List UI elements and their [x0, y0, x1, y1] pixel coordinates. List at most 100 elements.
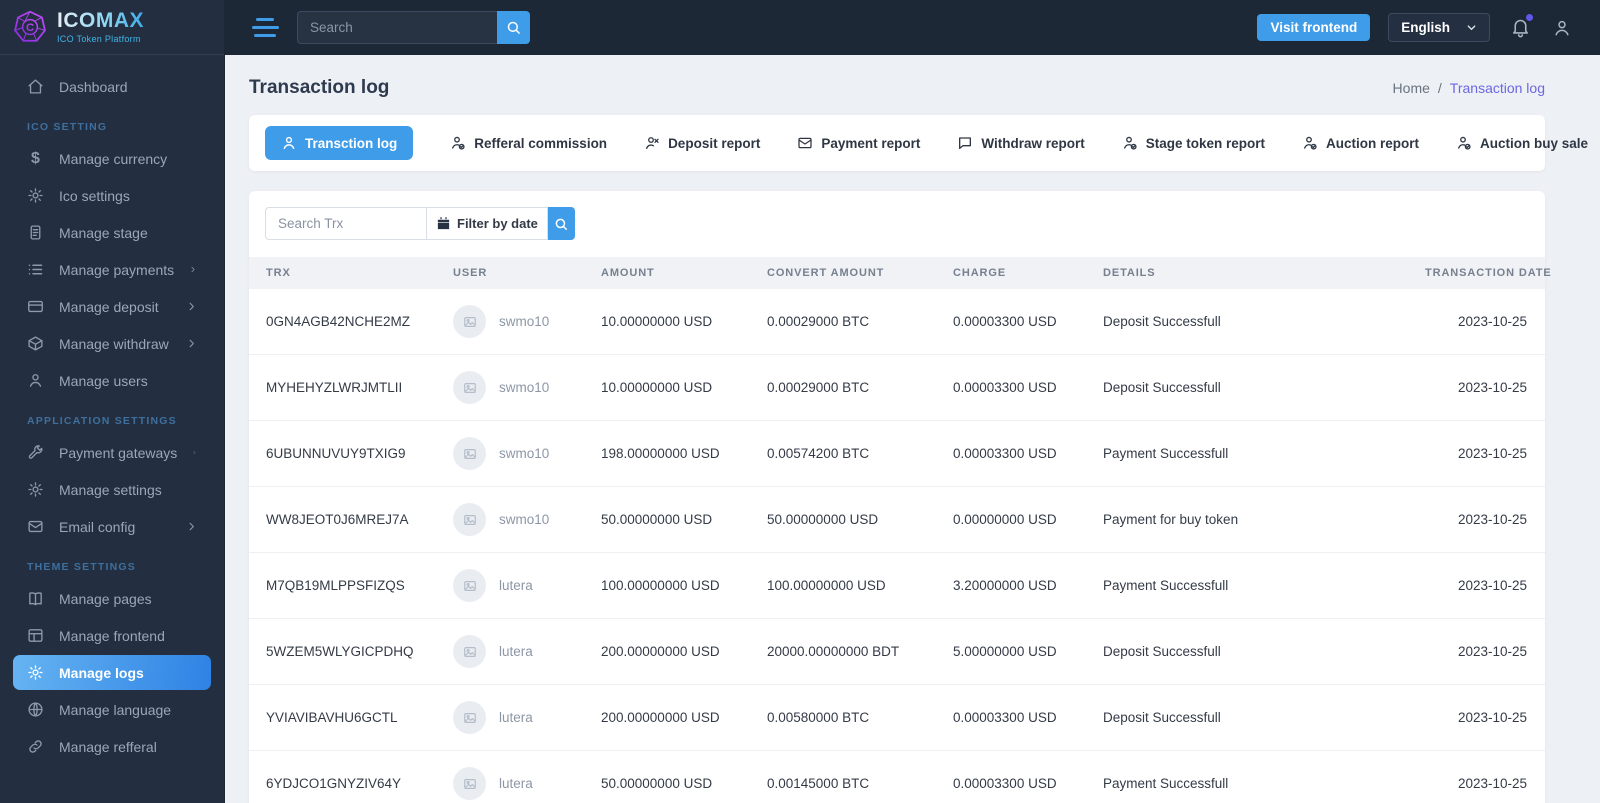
chevron-down-icon [1466, 22, 1477, 33]
user-icon [27, 372, 44, 389]
image-placeholder-icon [463, 315, 477, 329]
cell-transaction-date: 2023-10-25 [1417, 552, 1545, 619]
cell-amount: 200.00000000 USD [593, 618, 759, 685]
notifications-button[interactable] [1508, 13, 1533, 40]
cell-transaction-date: 2023-10-25 [1417, 486, 1545, 553]
person-x-icon [644, 135, 660, 151]
cell-details: Deposit Successfull [1103, 314, 1221, 329]
sidebar-item-manage-frontend[interactable]: Manage frontend [0, 617, 224, 654]
profile-button[interactable] [1550, 16, 1574, 40]
breadcrumb-separator: / [1437, 80, 1442, 96]
sidebar-item-label: Manage payments [59, 261, 175, 278]
cell-trx: 0GN4AGB42NCHE2MZ [266, 314, 411, 329]
sidebar-item-manage-stage[interactable]: Manage stage [0, 214, 224, 251]
breadcrumb-home-link[interactable]: Home [1393, 80, 1430, 96]
cell-convert-amount: 0.00145000 BTC [759, 750, 945, 803]
cell-details: Payment for buy token [1095, 486, 1417, 553]
user-cell: lutera [453, 635, 585, 668]
sidebar: C ICOMAX ICO Token Platform Dashboard ICO… [0, 0, 225, 803]
visit-frontend-button[interactable]: Visit frontend [1257, 14, 1371, 41]
user-cell: swmo10 [453, 503, 585, 536]
user-cell: lutera [453, 569, 585, 602]
chat-icon [957, 135, 973, 151]
cell-transaction-date: 2023-10-25 [1417, 750, 1545, 803]
image-placeholder-icon [463, 579, 477, 593]
trx-search-input[interactable] [265, 207, 427, 240]
search-icon [554, 217, 568, 231]
sidebar-item-manage-users[interactable]: Manage users [0, 362, 224, 399]
cell-amount: 50.00000000 USD [593, 486, 759, 553]
table-row: YVIAVIBAVHU6GCTL lutera 200.00000000 USD 0.… [249, 684, 1545, 751]
tab-label: Withdraw report [981, 135, 1085, 151]
cell-trx: MYHEHYZLWRJMTLII [249, 354, 445, 421]
topbar: Visit frontend English [225, 0, 1600, 55]
date-filter-button[interactable]: Filter by date [427, 207, 548, 240]
user-cell: swmo10 [453, 437, 585, 470]
tab-refferal-commission[interactable]: Refferal commission [450, 135, 607, 151]
brand-logo[interactable]: C ICOMAX ICO Token Platform [0, 0, 224, 55]
cell-convert-amount: 50.00000000 USD [759, 486, 945, 553]
sidebar-item-manage-logs[interactable]: Manage logs [13, 655, 211, 690]
cell-transaction-date: 2023-10-25 [1417, 420, 1545, 487]
table-row: WW8JEOT0J6MREJ7A swmo10 50.00000000 USD 50.… [249, 486, 1545, 553]
tab-deposit-report[interactable]: Deposit report [644, 135, 760, 151]
globe-icon [27, 701, 44, 718]
cell-details: Payment Successfull [1095, 750, 1417, 803]
sidebar-item-dashboard[interactable]: Dashboard [0, 68, 224, 105]
cell-transaction-date: 2023-10-25 [1417, 618, 1545, 685]
gear-icon [27, 187, 44, 204]
user-cell: swmo10 [453, 305, 585, 338]
table-row: M7QB19MLPPSFIZQS lutera 100.00000000 USD 10… [249, 552, 1545, 619]
avatar [453, 635, 486, 668]
user-name: lutera [499, 578, 533, 593]
tab-withdraw-report[interactable]: Withdraw report [957, 135, 1085, 151]
notification-dot [1526, 13, 1533, 21]
table-row: 6YDJCO1GNYZIV64Y lutera 50.00000000 USD 0.0… [249, 750, 1545, 803]
tab-auction-buy-sale[interactable]: Auction buy sale [1456, 135, 1588, 151]
cell-amount: 200.00000000 USD [593, 684, 759, 751]
sidebar-item-email-config[interactable]: Email config [0, 508, 224, 545]
language-dropdown[interactable]: English [1388, 13, 1490, 42]
trx-search-button[interactable] [547, 207, 575, 240]
cell-convert-amount: 0.00029000 BTC [767, 314, 870, 329]
language-selected-value: English [1401, 20, 1450, 35]
hamburger-menu-icon[interactable] [251, 18, 279, 37]
chevron-right-icon [186, 338, 197, 349]
avatar [453, 371, 486, 404]
cell-trx: 5WZEM5WLYGICPDHQ [249, 618, 445, 685]
sidebar-item-manage-pages[interactable]: Manage pages [0, 580, 224, 617]
mail-icon [27, 518, 44, 535]
sidebar-item-manage-deposit[interactable]: Manage deposit [0, 288, 224, 325]
sidebar-item-manage-payments[interactable]: Manage payments [0, 251, 224, 288]
tab-payment-report[interactable]: Payment report [797, 135, 920, 151]
list-icon [27, 261, 44, 278]
calendar-icon [436, 216, 451, 231]
image-placeholder-icon [463, 447, 477, 461]
cell-charge: 3.20000000 USD [945, 552, 1095, 619]
brand-name: ICOMAX [57, 9, 144, 32]
tab-auction-report[interactable]: Auction report [1302, 135, 1419, 151]
sidebar-item-label: Manage settings [59, 481, 162, 498]
topbar-search-input[interactable] [297, 11, 497, 44]
gear-icon [27, 481, 44, 498]
sidebar-item-ico-settings[interactable]: Ico settings [0, 177, 224, 214]
sidebar-item-manage-refferal[interactable]: Manage refferal [0, 728, 224, 765]
mail-icon [797, 135, 813, 151]
cell-trx: WW8JEOT0J6MREJ7A [249, 486, 445, 553]
image-placeholder-icon [463, 711, 477, 725]
tab-transction-log[interactable]: Transction log [265, 126, 414, 160]
column-header-charge: CHARGE [945, 257, 1095, 289]
cell-user: swmo10 [445, 289, 593, 355]
image-placeholder-icon [463, 645, 477, 659]
topbar-search-button[interactable] [497, 11, 530, 44]
sidebar-item-payment-gateways[interactable]: Payment gateways [0, 434, 224, 471]
sidebar-item-manage-settings[interactable]: Manage settings [0, 471, 224, 508]
cell-charge: 5.00000000 USD [945, 618, 1095, 685]
gear-icon [27, 664, 44, 681]
tab-stage-token-report[interactable]: Stage token report [1122, 135, 1265, 151]
sidebar-item-manage-withdraw[interactable]: Manage withdraw [0, 325, 224, 362]
sidebar-item-manage-language[interactable]: Manage language [0, 691, 224, 728]
sidebar-item-manage-currency[interactable]: $ Manage currency [0, 140, 224, 177]
chevron-right-icon [186, 521, 197, 532]
search-icon [506, 20, 521, 35]
